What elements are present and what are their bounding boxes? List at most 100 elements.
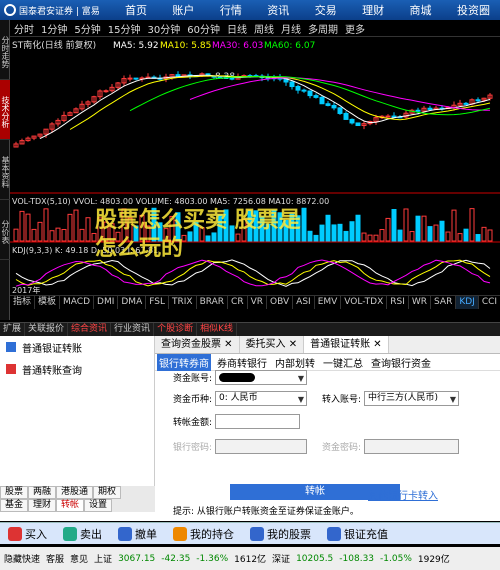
menu-mall[interactable]: 商城 — [410, 2, 432, 18]
ma60-label: MA60: 6.07 — [264, 41, 315, 51]
period-intraday[interactable]: 分时 — [14, 21, 34, 36]
tab-fundamentals[interactable]: 基本资料 — [0, 140, 10, 200]
hide-shortcut-button[interactable]: 隐藏快速 — [4, 552, 40, 565]
holdings-button[interactable]: 我的持仓 — [165, 526, 242, 542]
volume-bar — [325, 214, 331, 242]
indicator-tab-cr[interactable]: CR — [228, 296, 248, 309]
currency-select[interactable]: 0: 人民币 ▼ — [215, 391, 308, 406]
cat-settings[interactable]: 设置 — [84, 499, 113, 512]
in-account-row: 转入账号: 中行三方(人民币) ▼ — [322, 391, 460, 406]
doc-tab-bank-transfer[interactable]: 普通银证转账 ✕ — [304, 336, 389, 353]
period-multi[interactable]: 多周期 — [308, 21, 338, 36]
indicator-tab-emv[interactable]: EMV — [315, 296, 342, 309]
menu-quotes[interactable]: 行情 — [220, 2, 242, 18]
transfer-notice: 提示: 从银行账户转账资金至证券保证金账户。 — [173, 507, 359, 517]
indicator-tab-vol-tdx[interactable]: VOL-TDX — [341, 296, 388, 309]
indicator-tab-fsl[interactable]: FSL — [146, 296, 169, 309]
indicator-tab-dmi[interactable]: DMI — [94, 296, 119, 309]
period-monthly[interactable]: 月线 — [281, 21, 301, 36]
cancel-order-icon — [118, 526, 132, 541]
tab-technical[interactable]: 技术分析 — [0, 80, 10, 140]
list-item-bank-transfer[interactable]: 普通银证转账 — [0, 336, 154, 358]
cat-funds[interactable]: 基金 — [0, 499, 29, 512]
indicator-tab-macd[interactable]: MACD — [60, 296, 95, 309]
service-button[interactable]: 客服 — [46, 552, 64, 565]
in-account-select[interactable]: 中行三方(人民币) ▼ — [364, 391, 460, 406]
cat-transfer[interactable]: 转帐 — [56, 499, 85, 512]
sell-button[interactable]: 卖出 — [55, 526, 110, 542]
cat-wealth[interactable]: 理财 — [28, 499, 57, 512]
account-select[interactable]: ▼ — [215, 370, 308, 385]
tab-intraday[interactable]: 分时走势 — [0, 20, 10, 80]
cat-hk-connect[interactable]: 港股通 — [56, 486, 94, 499]
tab-related-quotes[interactable]: 关联报价 — [25, 323, 69, 336]
menu-wealth[interactable]: 理财 — [362, 2, 384, 18]
subtab-bank-to-broker[interactable]: 银行转券商 — [157, 353, 211, 371]
volume-bar — [427, 226, 433, 242]
period-1min[interactable]: 1分钟 — [41, 21, 67, 36]
in-account-value: 中行三方(人民币) — [368, 393, 439, 403]
indicator-tab-vr[interactable]: VR — [248, 296, 268, 309]
cancel-order-button[interactable]: 撤单 — [110, 526, 165, 542]
feedback-button[interactable]: 意见 — [70, 552, 88, 565]
candle-body — [463, 102, 469, 105]
tab-similar-kline[interactable]: 相似K线 — [197, 323, 237, 336]
list-item-transfer-query[interactable]: 普通转账查询 — [0, 358, 154, 380]
cat-options[interactable]: 期权 — [93, 486, 122, 499]
indicator-tab-指标[interactable]: 指标 — [10, 296, 36, 309]
query-icon — [6, 364, 16, 374]
doc-tab-query-funds[interactable]: 查询资金股票 ✕ — [155, 336, 240, 353]
indicator-tab-obv[interactable]: OBV — [267, 296, 294, 309]
candle-body — [103, 90, 109, 93]
period-60min[interactable]: 60分钟 — [187, 21, 220, 36]
period-30min[interactable]: 30分钟 — [147, 21, 180, 36]
indicator-tab-dma[interactable]: DMA — [118, 296, 147, 309]
indicator-tab-wr[interactable]: WR — [409, 296, 432, 309]
subtab-bank-balance[interactable]: 查询银行资金 — [369, 354, 433, 371]
volume-bar — [397, 229, 403, 242]
action-label: 我的股票 — [267, 527, 311, 541]
menu-account[interactable]: 账户 — [172, 2, 194, 18]
tab-extend[interactable]: 扩展 — [0, 323, 26, 336]
subtab-broker-to-bank[interactable]: 券商转银行 — [215, 354, 269, 371]
my-stocks-button[interactable]: 我的股票 — [242, 526, 319, 542]
indicator-tab-brar[interactable]: BRAR — [197, 296, 229, 309]
deposit-button[interactable]: 银证充值 — [319, 526, 396, 542]
period-weekly[interactable]: 周线 — [254, 21, 274, 36]
indicator-tab-trix[interactable]: TRIX — [169, 296, 197, 309]
menu-community[interactable]: 投资圈 — [457, 2, 490, 18]
menu-home[interactable]: 首页 — [125, 2, 147, 18]
candle-body — [475, 99, 481, 102]
sh-index-change: -42.35 — [161, 553, 191, 564]
amount-input[interactable] — [215, 414, 301, 429]
indicator-tab-模板[interactable]: 模板 — [35, 296, 61, 309]
doc-tab-buy[interactable]: 委托买入 ✕ — [240, 336, 305, 353]
tab-stock-diagnosis[interactable]: 个股诊断 — [154, 323, 198, 336]
tab-industry-news[interactable]: 行业资讯 — [111, 323, 155, 336]
period-daily[interactable]: 日线 — [227, 21, 247, 36]
cat-stocks[interactable]: 股票 — [0, 486, 29, 499]
fund-password-input[interactable] — [364, 439, 460, 454]
period-more[interactable]: 更多 — [345, 21, 365, 36]
buy-button[interactable]: 买入 — [0, 526, 55, 542]
indicator-tab-sar[interactable]: SAR — [431, 296, 457, 309]
indicator-tab-asi[interactable]: ASI — [293, 296, 315, 309]
menu-news[interactable]: 资讯 — [267, 2, 289, 18]
indicator-tab-cci[interactable]: CCI — [479, 296, 500, 309]
tab-price-table[interactable]: 分价表 — [0, 200, 10, 260]
menu-trade[interactable]: 交易 — [315, 2, 337, 18]
period-5min[interactable]: 5分钟 — [74, 21, 100, 36]
period-15min[interactable]: 15分钟 — [108, 21, 141, 36]
cat-margin[interactable]: 两融 — [28, 486, 57, 499]
period-bar: 分时 1分钟 5分钟 15分钟 30分钟 60分钟 日线 周线 月线 多周期 更… — [10, 20, 500, 37]
subtab-one-click-sum[interactable]: 一键汇总 — [321, 354, 365, 371]
other-card-link[interactable]: 其他银行卡转入 — [368, 487, 438, 502]
tab-general-news[interactable]: 综合资讯 — [68, 323, 112, 336]
indicator-tab-kdj[interactable]: KDJ — [456, 296, 479, 309]
action-label: 我的持仓 — [190, 527, 234, 541]
candle-body — [175, 74, 181, 77]
subtab-internal-transfer[interactable]: 内部划转 — [273, 354, 317, 371]
bank-password-input[interactable] — [215, 439, 308, 454]
indicator-tab-rsi[interactable]: RSI — [387, 296, 409, 309]
account-row: 资金账号: ▼ — [173, 370, 308, 385]
